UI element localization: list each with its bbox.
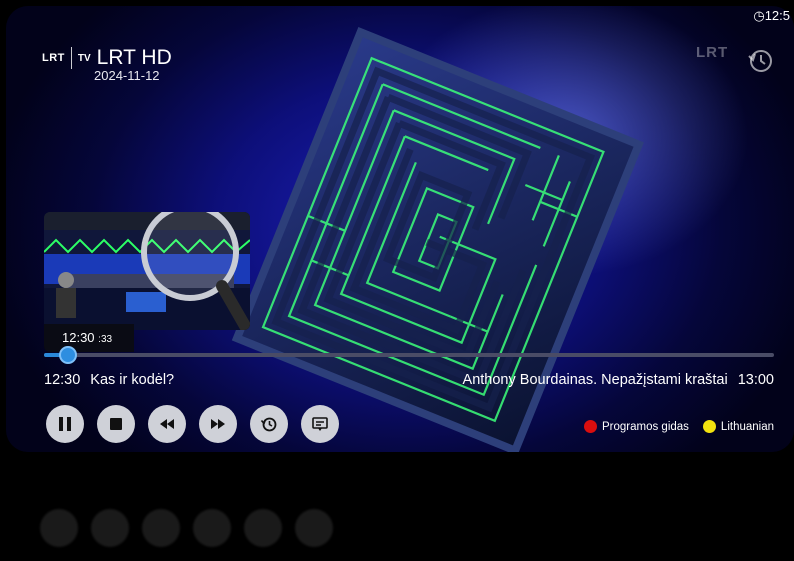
reflected-button bbox=[91, 509, 129, 547]
tv-label: TV bbox=[77, 52, 91, 64]
logo-divider bbox=[70, 47, 72, 69]
current-program: 12:30 Kas ir kodėl? bbox=[44, 372, 174, 388]
channel-branding: LRT TV LRT HD bbox=[42, 46, 172, 70]
legend-item-red[interactable]: Programos gidas bbox=[583, 420, 689, 433]
lrt-logo: LRT bbox=[42, 52, 65, 64]
pause-icon bbox=[59, 417, 71, 431]
subtitles-button[interactable] bbox=[301, 405, 339, 443]
reflected-button bbox=[244, 509, 282, 547]
current-program-time: 12:30 bbox=[44, 372, 81, 388]
reflected-button bbox=[193, 509, 231, 547]
channel-name: LRT HD bbox=[96, 46, 172, 69]
legend-label-language: Lithuanian bbox=[720, 420, 774, 433]
history-icon bbox=[260, 417, 277, 432]
color-key-legend: Programos gidas Lithuanian bbox=[570, 420, 774, 433]
next-program-title: Anthony Bourdainas. Nepažįstami kraštai bbox=[462, 372, 728, 388]
red-dot-icon bbox=[583, 420, 597, 433]
reflected-button bbox=[40, 509, 78, 547]
corner-channel-logo: LRT bbox=[696, 44, 729, 61]
preview-time-seconds: :33 bbox=[98, 334, 113, 345]
reflected-controls bbox=[40, 509, 333, 547]
subtitles-icon bbox=[312, 417, 328, 431]
rewind-icon bbox=[160, 419, 174, 429]
clock-time: 12:5 bbox=[764, 8, 790, 23]
current-program-title: Kas ir kodėl? bbox=[90, 372, 175, 388]
history-button[interactable] bbox=[250, 405, 288, 443]
tv-screen: LRT TV LRT HD 2024-11-12 LRT 12:30:33 1… bbox=[6, 6, 794, 452]
progress-knob[interactable] bbox=[59, 346, 78, 364]
history-icon[interactable] bbox=[746, 46, 776, 76]
channel-date: 2024-11-12 bbox=[94, 68, 160, 83]
reflected-button bbox=[295, 509, 333, 547]
fast-forward-button[interactable] bbox=[199, 405, 237, 443]
yellow-dot-icon bbox=[702, 420, 716, 433]
progress-bar[interactable] bbox=[44, 346, 774, 364]
stop-icon bbox=[110, 418, 122, 430]
screen-reflection bbox=[6, 452, 794, 561]
legend-label-program-guide: Programos gidas bbox=[601, 420, 689, 433]
next-program: Anthony Bourdainas. Nepažįstami kraštai 1… bbox=[463, 372, 774, 388]
pause-button[interactable] bbox=[46, 405, 84, 443]
preview-time: 12:30 :33 bbox=[44, 324, 134, 352]
playback-controls bbox=[46, 405, 339, 443]
preview-thumbnail bbox=[44, 212, 250, 330]
stop-button[interactable] bbox=[97, 405, 135, 443]
preview-time-value: 12:30 bbox=[62, 330, 95, 345]
next-program-time: 13:00 bbox=[737, 372, 774, 388]
reflected-button bbox=[142, 509, 180, 547]
magnifier-icon bbox=[141, 212, 250, 330]
status-clock: ◷12:5 bbox=[753, 8, 790, 24]
clock-icon: ◷ bbox=[753, 8, 765, 23]
fast-forward-icon bbox=[211, 419, 225, 429]
rewind-button[interactable] bbox=[148, 405, 186, 443]
legend-item-yellow[interactable]: Lithuanian bbox=[702, 420, 774, 433]
